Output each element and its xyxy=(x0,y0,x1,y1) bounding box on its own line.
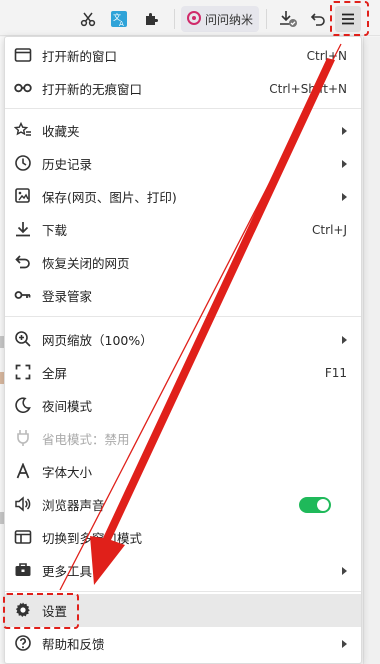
undo-icon[interactable] xyxy=(305,6,331,32)
menu-item-new-window[interactable]: 打开新的窗口 Ctrl+N xyxy=(5,39,361,72)
menu-item-label: 保存(网页、图片、打印) xyxy=(42,190,177,205)
submenu-arrow-icon xyxy=(342,335,347,344)
multi-window-icon xyxy=(13,527,33,547)
puzzle-icon[interactable] xyxy=(138,6,164,32)
menu-divider xyxy=(5,591,361,592)
nano-logo-icon xyxy=(187,10,201,28)
svg-text:A: A xyxy=(119,20,124,28)
menu-item-label: 切换到多窗口模式 xyxy=(42,531,143,546)
menu-item-label: 历史记录 xyxy=(42,157,93,172)
menu-item-new-incognito-window[interactable]: 打开新的无痕窗口 Ctrl+Shift+N xyxy=(5,72,361,105)
menu-item-label: 收藏夹 xyxy=(42,124,80,139)
menu-item-night-mode[interactable]: 夜间模式 xyxy=(5,389,361,422)
menu-item-label: 恢复关闭的网页 xyxy=(42,256,130,271)
speaker-icon xyxy=(13,494,33,514)
submenu-arrow-icon xyxy=(342,192,347,201)
save-page-icon xyxy=(13,186,33,206)
star-list-icon xyxy=(13,120,33,140)
menu-item-label: 夜间模式 xyxy=(42,399,93,414)
menu-item-label: 下载 xyxy=(42,223,68,238)
menu-item-more-tools[interactable]: 更多工具 xyxy=(5,554,361,587)
menu-item-label: 打开新的无痕窗口 xyxy=(42,82,143,97)
toolbar-separator xyxy=(266,9,267,29)
restore-icon xyxy=(13,252,33,272)
toolbar-separator xyxy=(174,9,175,29)
page-scrollbar[interactable] xyxy=(363,37,380,664)
menu-item-label: 帮助和反馈 xyxy=(42,637,105,652)
menu-item-multi-window[interactable]: 切换到多窗口模式 xyxy=(5,521,361,554)
menu-item-zoom[interactable]: 网页缩放（100%） xyxy=(5,323,361,356)
menu-item-save[interactable]: 保存(网页、图片、打印) xyxy=(5,180,361,213)
menu-divider xyxy=(5,108,361,109)
submenu-arrow-icon xyxy=(342,639,347,648)
menu-item-power-save: 省电模式：禁用 xyxy=(5,422,361,455)
download-icon[interactable] xyxy=(275,6,301,32)
menu-item-shortcut: Ctrl+J xyxy=(312,222,347,237)
menu-item-login-manager[interactable]: 登录管家 xyxy=(5,279,361,312)
highlight-settings-item xyxy=(3,593,79,629)
sound-toggle[interactable] xyxy=(299,497,331,513)
menu-item-label: 全屏 xyxy=(42,366,68,381)
submenu-arrow-icon xyxy=(342,566,347,575)
submenu-arrow-icon xyxy=(342,126,347,135)
menu-item-fullscreen[interactable]: 全屏 F11 xyxy=(5,356,361,389)
browser-toolbar: 文A 问问纳米 xyxy=(0,0,380,36)
menu-item-label: 登录管家 xyxy=(42,289,93,304)
menu-item-font-size[interactable]: 字体大小 xyxy=(5,455,361,488)
translate-icon[interactable]: 文A xyxy=(106,6,132,32)
highlight-menu-button xyxy=(330,1,369,36)
key-icon xyxy=(13,285,33,305)
menu-item-shortcut: F11 xyxy=(324,365,347,380)
menu-item-help[interactable]: 帮助和反馈 xyxy=(5,627,361,660)
plug-icon xyxy=(13,428,33,448)
menu-item-browser-sound[interactable]: 浏览器声音 xyxy=(5,488,361,521)
incognito-icon xyxy=(13,78,33,98)
menu-item-shortcut: Ctrl+Shift+N xyxy=(269,81,347,96)
fullscreen-icon xyxy=(13,362,33,382)
menu-item-shortcut: Ctrl+N xyxy=(306,48,347,63)
toolbox-icon xyxy=(13,560,33,580)
main-menu: 打开新的窗口 Ctrl+N 打开新的无痕窗口 Ctrl+Shift+N 收藏夹 … xyxy=(4,36,362,664)
menu-item-label: 更多工具 xyxy=(42,564,93,579)
clock-icon xyxy=(13,153,33,173)
menu-item-label: 字体大小 xyxy=(42,465,93,480)
scissors-icon[interactable] xyxy=(75,6,101,32)
menu-item-history[interactable]: 历史记录 xyxy=(5,147,361,180)
menu-divider xyxy=(5,316,361,317)
menu-item-label: 打开新的窗口 xyxy=(42,49,118,64)
menu-item-label: 浏览器声音 xyxy=(42,498,105,513)
menu-item-favorites[interactable]: 收藏夹 xyxy=(5,114,361,147)
download-icon xyxy=(13,219,33,239)
menu-item-label: 网页缩放（100%） xyxy=(42,333,153,348)
extension-chip-label: 问问纳米 xyxy=(205,12,254,27)
menu-item-label: 省电模式：禁用 xyxy=(42,432,130,447)
help-icon xyxy=(13,633,33,653)
moon-icon xyxy=(13,395,33,415)
menu-item-downloads[interactable]: 下载 Ctrl+J xyxy=(5,213,361,246)
font-icon xyxy=(13,461,33,481)
window-icon xyxy=(13,45,33,65)
zoom-icon xyxy=(13,329,33,349)
menu-item-restore-closed[interactable]: 恢复关闭的网页 xyxy=(5,246,361,279)
extension-chip[interactable]: 问问纳米 xyxy=(181,6,259,32)
submenu-arrow-icon xyxy=(342,159,347,168)
